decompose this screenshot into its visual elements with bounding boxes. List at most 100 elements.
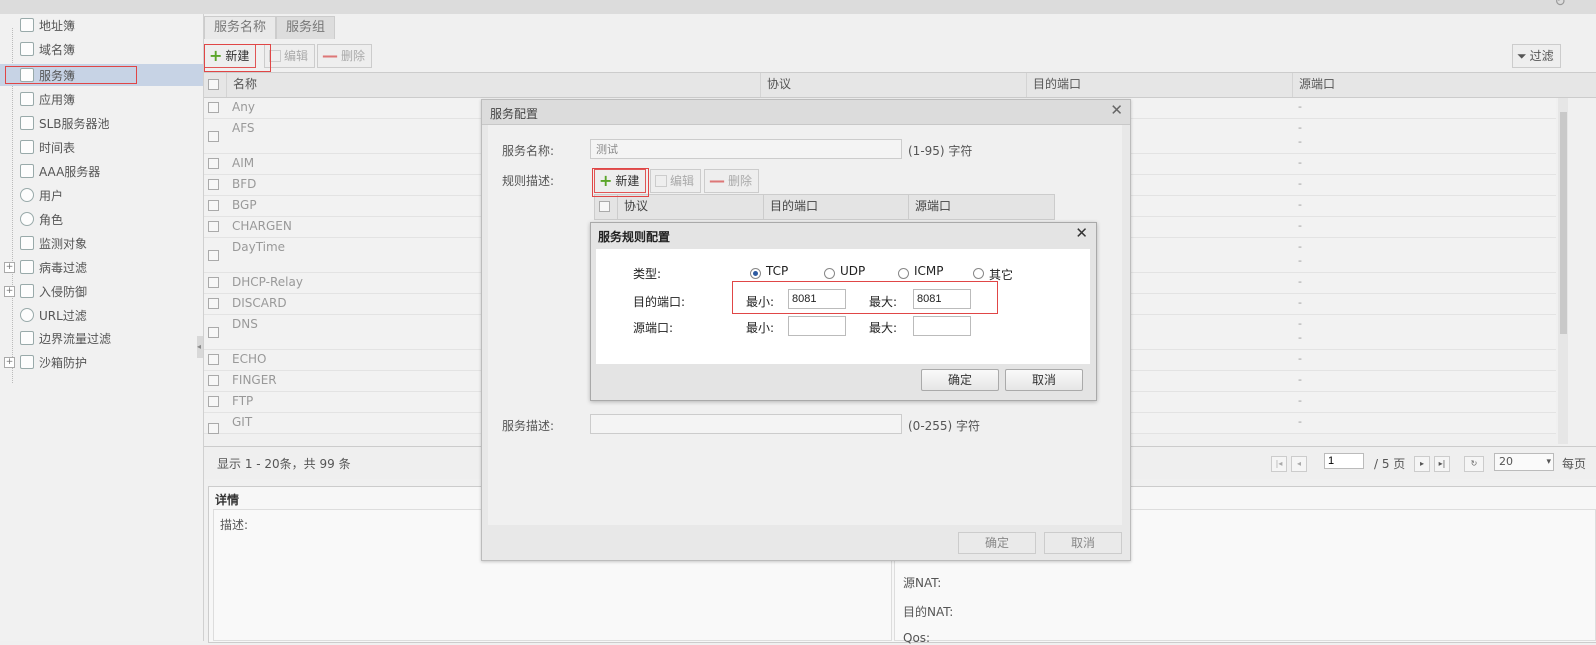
- close-icon[interactable]: ✕: [1075, 224, 1088, 242]
- row-checkbox[interactable]: [208, 375, 219, 386]
- role-icon: [20, 212, 34, 226]
- app-book-icon: [20, 92, 34, 106]
- row-checkbox[interactable]: [208, 131, 219, 142]
- row-checkbox[interactable]: [208, 298, 219, 309]
- refresh-icon[interactable]: ↻: [1554, 0, 1566, 10]
- expand-icon[interactable]: +: [4, 285, 15, 297]
- service-desc-label: 服务描述:: [502, 419, 555, 433]
- refresh-page-icon[interactable]: ↻: [1464, 456, 1484, 472]
- row-checkbox[interactable]: [208, 221, 219, 232]
- collapse-sidebar-handle[interactable]: ◂: [197, 336, 203, 358]
- dialog-ok-button[interactable]: 确定: [958, 532, 1036, 554]
- sidebar-item-sandbox[interactable]: + 沙箱防护: [0, 351, 203, 373]
- sidebar-item-label: 病毒过滤: [39, 260, 88, 275]
- rule-col-src-port[interactable]: 源端口: [908, 195, 951, 219]
- radio-tcp[interactable]: [750, 268, 761, 279]
- src-max-label: 最大:: [869, 321, 898, 335]
- sidebar-item-schedule[interactable]: 时间表: [0, 136, 203, 158]
- src-max-input[interactable]: [913, 316, 971, 336]
- sidebar-item-label: SLB服务器池: [39, 116, 110, 131]
- per-page-label: 每页: [1562, 457, 1587, 471]
- filter-icon: ⏷: [1517, 49, 1527, 63]
- row-name: DayTime: [232, 240, 286, 254]
- sidebar-item-aaa-server[interactable]: AAA服务器: [0, 160, 203, 182]
- select-all-checkbox[interactable]: [208, 79, 219, 90]
- rule-select-all-checkbox[interactable]: [599, 201, 610, 212]
- sidebar-item-monitor-object[interactable]: 监测对象: [0, 232, 203, 254]
- rule-cancel-button[interactable]: 取消: [1005, 369, 1083, 391]
- per-page-value: 20: [1499, 455, 1513, 468]
- sidebar-item-app-book[interactable]: 应用簿: [0, 88, 203, 110]
- next-page-icon[interactable]: ▸: [1414, 456, 1430, 472]
- row-src-port: -: [1298, 275, 1302, 288]
- service-desc-input[interactable]: [590, 414, 902, 434]
- rule-edit-button[interactable]: 编辑: [650, 169, 702, 193]
- globe-icon: [20, 308, 34, 322]
- sidebar-item-user[interactable]: 用户: [0, 184, 203, 206]
- sidebar-item-domain-book[interactable]: 域名簿: [0, 38, 203, 60]
- row-checkbox[interactable]: [208, 179, 219, 190]
- row-src-port: -: [1298, 352, 1302, 365]
- close-icon[interactable]: ✕: [1110, 101, 1123, 119]
- page-input[interactable]: [1324, 453, 1364, 469]
- row-name: BFD: [232, 177, 257, 191]
- highlight-box: [204, 44, 271, 72]
- col-src-port[interactable]: 源端口: [1292, 73, 1596, 97]
- row-checkbox[interactable]: [208, 250, 219, 261]
- server-icon: [20, 164, 34, 178]
- row-src-port: -: [1298, 198, 1302, 211]
- sidebar-item-slb-pool[interactable]: SLB服务器池: [0, 112, 203, 134]
- col-protocol[interactable]: 协议: [760, 73, 1026, 97]
- first-page-icon[interactable]: |◂: [1271, 456, 1287, 472]
- row-checkbox[interactable]: [208, 354, 219, 365]
- rule-ok-button[interactable]: 确定: [921, 369, 999, 391]
- sidebar-item-ips[interactable]: + 入侵防御: [0, 280, 203, 302]
- type-label: 类型:: [633, 267, 662, 281]
- row-checkbox[interactable]: [208, 158, 219, 169]
- last-page-icon[interactable]: ▸|: [1434, 456, 1450, 472]
- service-name-label: 服务名称:: [502, 144, 555, 158]
- virus-filter-icon: [20, 260, 34, 274]
- dialog-title-bar[interactable]: 服务规则配置 ✕: [591, 223, 1096, 247]
- row-checkbox[interactable]: [208, 396, 219, 407]
- radio-other[interactable]: [973, 268, 984, 279]
- sidebar-item-border-traffic[interactable]: 边界流量过滤: [0, 327, 203, 349]
- top-bar: [0, 0, 1596, 15]
- filter-button[interactable]: ⏷ 过滤: [1512, 44, 1561, 68]
- per-page-select[interactable]: 20 ▾: [1494, 453, 1554, 471]
- sidebar-item-role[interactable]: 角色: [0, 208, 203, 230]
- domain-book-icon: [20, 42, 34, 56]
- expand-icon[interactable]: +: [4, 261, 15, 273]
- rule-col-protocol[interactable]: 协议: [617, 195, 648, 219]
- row-checkbox[interactable]: [208, 200, 219, 211]
- radio-udp[interactable]: [824, 268, 835, 279]
- rule-col-dst-port[interactable]: 目的端口: [763, 195, 818, 219]
- prev-page-icon[interactable]: ◂: [1291, 456, 1307, 472]
- row-checkbox[interactable]: [208, 423, 219, 434]
- row-checkbox[interactable]: [208, 277, 219, 288]
- src-nat-label: 源NAT:: [903, 576, 942, 590]
- service-name-input[interactable]: [590, 139, 902, 159]
- dialog-cancel-button[interactable]: 取消: [1044, 532, 1122, 554]
- row-checkbox[interactable]: [208, 327, 219, 338]
- col-name[interactable]: 名称: [226, 73, 760, 97]
- expand-icon[interactable]: +: [4, 356, 15, 368]
- radio-icmp[interactable]: [898, 268, 909, 279]
- grid-scrollbar-thumb[interactable]: [1560, 112, 1567, 334]
- dialog-body: 类型: TCP UDP ICMP 其它 目的端口: 最小: 最大: 源端口: 最…: [596, 249, 1090, 364]
- radio-tcp-label: TCP: [766, 264, 789, 278]
- rule-delete-button[interactable]: — 删除: [704, 169, 760, 193]
- sidebar-item-url-filter[interactable]: URL过滤: [0, 304, 203, 326]
- src-min-input[interactable]: [788, 316, 846, 336]
- row-checkbox[interactable]: [208, 102, 219, 113]
- delete-button[interactable]: — 删除: [317, 44, 373, 68]
- col-dst-port[interactable]: 目的端口: [1026, 73, 1292, 97]
- sidebar-item-antivirus[interactable]: + 病毒过滤: [0, 256, 203, 278]
- sidebar-item-address-book[interactable]: 地址簿: [0, 14, 203, 36]
- tab-service-name[interactable]: 服务名称: [204, 16, 277, 39]
- tab-service-group[interactable]: 服务组: [276, 16, 336, 39]
- dialog-title-bar[interactable]: 服务配置 ✕: [482, 100, 1130, 125]
- traffic-filter-icon: [20, 331, 34, 345]
- row-name: AFS: [232, 121, 255, 135]
- edit-button[interactable]: 编辑: [264, 44, 316, 68]
